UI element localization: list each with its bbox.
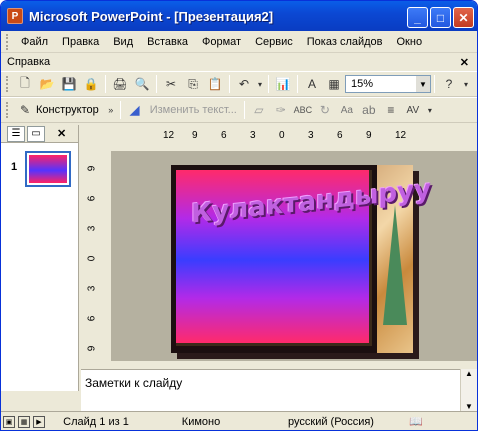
cut-icon[interactable]: ✂ [161,74,181,94]
print-preview-icon[interactable]: 🔍 [132,74,152,94]
notes-pane[interactable]: Заметки к слайду [81,369,477,411]
permission-icon[interactable]: 🔒 [81,74,101,94]
powerpoint-app-icon[interactable]: P [7,8,23,24]
menu-slideshow[interactable]: Показ слайдов [300,36,390,48]
panel-tabs: ☰ ▭ ✕ [1,125,78,143]
save-icon[interactable]: 💾 [59,74,79,94]
menu-bar: Файл Правка Вид Вставка Формат Сервис По… [1,31,477,53]
close-document-icon[interactable]: ✕ [460,56,469,69]
close-button[interactable]: ✕ [453,7,474,28]
zoom-value: 15% [351,78,374,90]
toolbar-grip-icon-2[interactable] [6,102,10,118]
menu-view[interactable]: Вид [106,36,140,48]
toolbar-options-icon-2[interactable]: ▾ [425,100,435,120]
language-indicator: русский (Россия) [288,415,374,428]
zoom-select[interactable]: 15% ▼ [345,75,431,93]
open-icon[interactable]: 📂 [37,74,57,94]
title-bar: P Microsoft PowerPoint - [Презентация2] … [1,1,477,31]
wordart-shape-icon[interactable]: ABC [293,100,313,120]
ruler-tick: 12 [163,129,175,141]
normal-view-icon[interactable]: ▣ [3,415,15,428]
status-bar: ▣ ▦ ▶ Слайд 1 из 1 Кимоно русский (Росси… [1,411,477,430]
ruler-tick: 12 [395,129,407,141]
insert-wordart-icon[interactable]: ◢ [125,100,145,120]
print-icon[interactable]: 🖨 [110,74,130,94]
ruler-tick: 6 [337,129,343,141]
menu-edit[interactable]: Правка [55,36,106,48]
free-rotate-icon[interactable]: ↻ [315,100,335,120]
slide-sorter-icon[interactable]: ▦ [18,415,30,428]
ruler-tick: 0 [86,255,98,262]
alignment-icon[interactable]: ≡ [381,100,401,120]
menu-insert[interactable]: Вставка [140,36,195,48]
menu-help[interactable]: Справка [1,56,57,68]
char-spacing-icon[interactable]: AV [403,100,423,120]
notes-scrollbar[interactable]: ▲ ▼ [460,369,477,411]
slideshow-icon[interactable]: ▶ [33,415,45,428]
format-wordart-icon[interactable]: ✑ [271,100,291,120]
scroll-up-icon[interactable]: ▲ [461,369,477,378]
maximize-button[interactable]: □ [430,7,451,28]
new-icon[interactable]: 🗋 [15,74,35,94]
same-letter-heights-icon[interactable]: Aa [337,100,357,120]
slide-counter: Слайд 1 из 1 [63,415,129,428]
powerpoint-window: P Microsoft PowerPoint - [Презентация2] … [0,0,478,431]
ruler-tick: 9 [192,129,198,141]
wordart-gallery-icon[interactable]: ▱ [249,100,269,120]
minimize-button[interactable]: _ [407,7,428,28]
ruler-tick: 9 [86,165,98,172]
zoom-dropdown-icon[interactable]: ▼ [416,76,430,92]
designer-icon[interactable]: ✎ [15,100,35,120]
ruler-tick: 6 [221,129,227,141]
ruler-tick: 3 [86,225,98,232]
menu-format[interactable]: Формат [195,36,248,48]
scroll-down-icon[interactable]: ▼ [461,402,477,411]
ruler-tick: 9 [366,129,372,141]
more-buttons-icon[interactable]: » [106,100,116,120]
close-panel-icon[interactable]: ✕ [57,127,66,140]
slide-thumbnail[interactable] [25,151,71,187]
horizontal-ruler: 12 9 6 3 0 3 6 9 12 [163,128,423,142]
undo-icon[interactable]: ↶ [234,74,254,94]
standard-toolbar: 🗋 📂 💾 🔒 🖨 🔍 ✂ ⎘ 📋 ↶ ▾ 📊 A ▦ 15% ▼ ? ▾ [1,71,477,97]
menu-file[interactable]: Файл [14,36,55,48]
ruler-tick: 6 [86,195,98,202]
slide-editing-area: Кулактандыруу [111,151,477,361]
ruler-tick: 3 [86,285,98,292]
ruler-tick: 9 [86,345,98,352]
outline-tab-icon[interactable]: ☰ [7,125,25,142]
paste-icon[interactable]: 📋 [205,74,225,94]
ruler-tick: 6 [86,315,98,322]
vertical-ruler: 9 6 3 0 3 6 9 [86,159,103,359]
design-template-name: Кимоно [181,415,221,428]
vertical-text-icon[interactable]: ab [359,100,379,120]
window-title: Microsoft PowerPoint - [Презентация2] [29,8,274,24]
designer-button[interactable]: Конструктор [36,104,99,116]
menu-tools[interactable]: Сервис [248,36,300,48]
slides-panel: ☰ ▭ ✕ 1 [1,125,79,391]
slide-number: 1 [11,161,18,173]
menu-window[interactable]: Окно [390,36,430,48]
spelling-status-icon[interactable]: 📖 [401,415,431,428]
help-icon[interactable]: ? [439,74,459,94]
ruler-tick: 3 [308,129,314,141]
insert-chart-icon[interactable]: 📊 [273,74,293,94]
toolbar-options-icon[interactable]: ▾ [461,74,471,94]
toolbar-grip-icon[interactable] [6,76,10,92]
undo-dropdown-icon[interactable]: ▾ [256,74,264,94]
slide-decoration-tree [383,205,407,325]
ruler-tick: 3 [250,129,256,141]
color-grayscale-icon[interactable]: ▦ [324,74,344,94]
menu-bar-row2: Справка ✕ [1,53,477,71]
formatting-toolbar: ✎ Конструктор » ◢ Изменить текст... ▱ ✑ … [1,97,477,123]
copy-icon[interactable]: ⎘ [183,74,203,94]
menu-grip-icon[interactable] [6,33,10,50]
ruler-tick: 0 [279,129,285,141]
text-direction-icon[interactable]: A [302,74,322,94]
view-buttons: ▣ ▦ ▶ [1,415,51,428]
slides-tab-icon[interactable]: ▭ [27,125,45,142]
slide-canvas[interactable]: Кулактандыруу [171,165,431,353]
edit-text-button[interactable]: Изменить текст... [150,104,237,116]
